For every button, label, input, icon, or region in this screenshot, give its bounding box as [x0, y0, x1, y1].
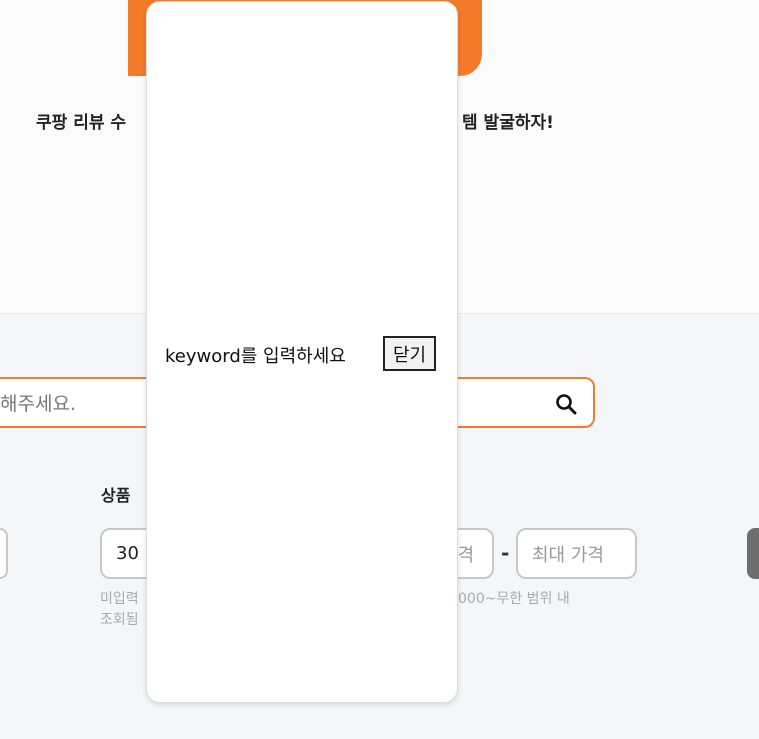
close-button[interactable]: 닫기: [383, 336, 437, 371]
max-price-input[interactable]: 최대 가격: [516, 528, 637, 579]
page: 쿠팡 리뷰 수 템 발굴하자! 해주세요. 상품 30 격 - 최대 가격 미입…: [0, 0, 759, 739]
search-placeholder: 해주세요.: [0, 393, 76, 415]
min-price-placeholder: 격: [457, 544, 474, 566]
filter-input-left[interactable]: [0, 528, 8, 579]
product-section-label: 상품: [101, 486, 131, 505]
tagline-left: 쿠팡 리뷰 수: [36, 113, 127, 133]
alert-modal: keyword를 입력하세요 닫기: [146, 1, 458, 703]
review-count-value: 30: [116, 543, 139, 564]
price-range-dash: -: [501, 541, 510, 565]
review-hint-line1: 미입력: [100, 591, 139, 607]
modal-message: keyword를 입력하세요: [165, 346, 346, 367]
price-hint: 000~무한 범위 내: [458, 591, 570, 607]
search-submit-button[interactable]: [747, 528, 759, 579]
max-price-placeholder: 최대 가격: [532, 544, 604, 566]
tagline-right: 템 발굴하자!: [462, 113, 554, 133]
search-icon[interactable]: [554, 392, 578, 416]
review-hint-line2: 조회됨: [100, 612, 139, 628]
